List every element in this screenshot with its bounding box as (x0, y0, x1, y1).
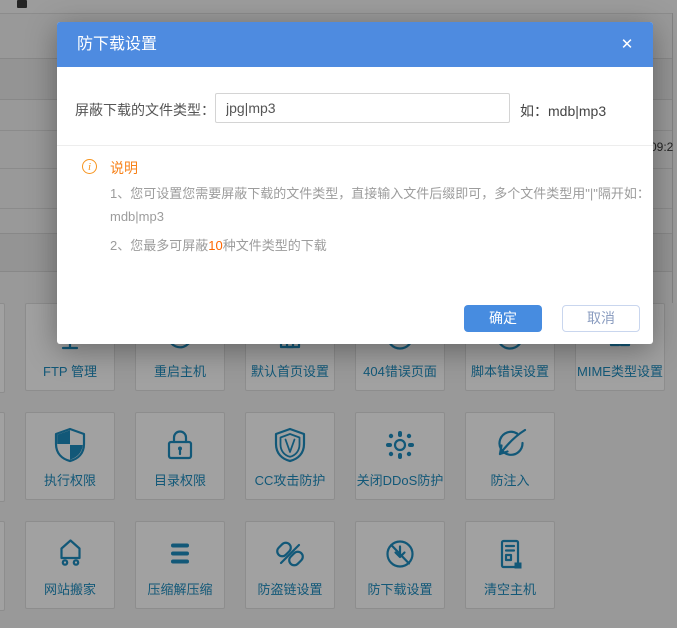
dialog-title: 防下载设置 (77, 22, 157, 67)
screen: 09:2 FTP 管理 重启主机 默认首页设置 (0, 0, 677, 628)
notice-title: 说明 (110, 158, 138, 178)
notice-line-1: 1、您可设置您需要屏蔽下载的文件类型，直接输入文件后缀即可，多个文件类型用"|"… (110, 183, 650, 202)
file-types-input[interactable] (215, 93, 510, 123)
notice-line-2: mdb|mp3 (110, 209, 164, 224)
close-icon[interactable]: ✕ (613, 22, 641, 67)
dialog-divider (57, 145, 653, 146)
info-icon: i (82, 159, 97, 174)
file-types-hint: 如：mdb|mp3 (520, 101, 606, 121)
anti-download-settings-dialog: 防下载设置 ✕ 屏蔽下载的文件类型： 如：mdb|mp3 i 说明 1、您可设置… (57, 22, 653, 344)
cancel-button[interactable]: 取消 (562, 305, 640, 332)
notice-line-3: 2、您最多可屏蔽10种文件类型的下载 (110, 235, 327, 254)
dialog-header: 防下载设置 ✕ (57, 22, 653, 67)
file-types-label: 屏蔽下载的文件类型： (75, 100, 215, 120)
notice-highlight: 10 (208, 238, 222, 253)
confirm-button[interactable]: 确定 (464, 305, 542, 332)
